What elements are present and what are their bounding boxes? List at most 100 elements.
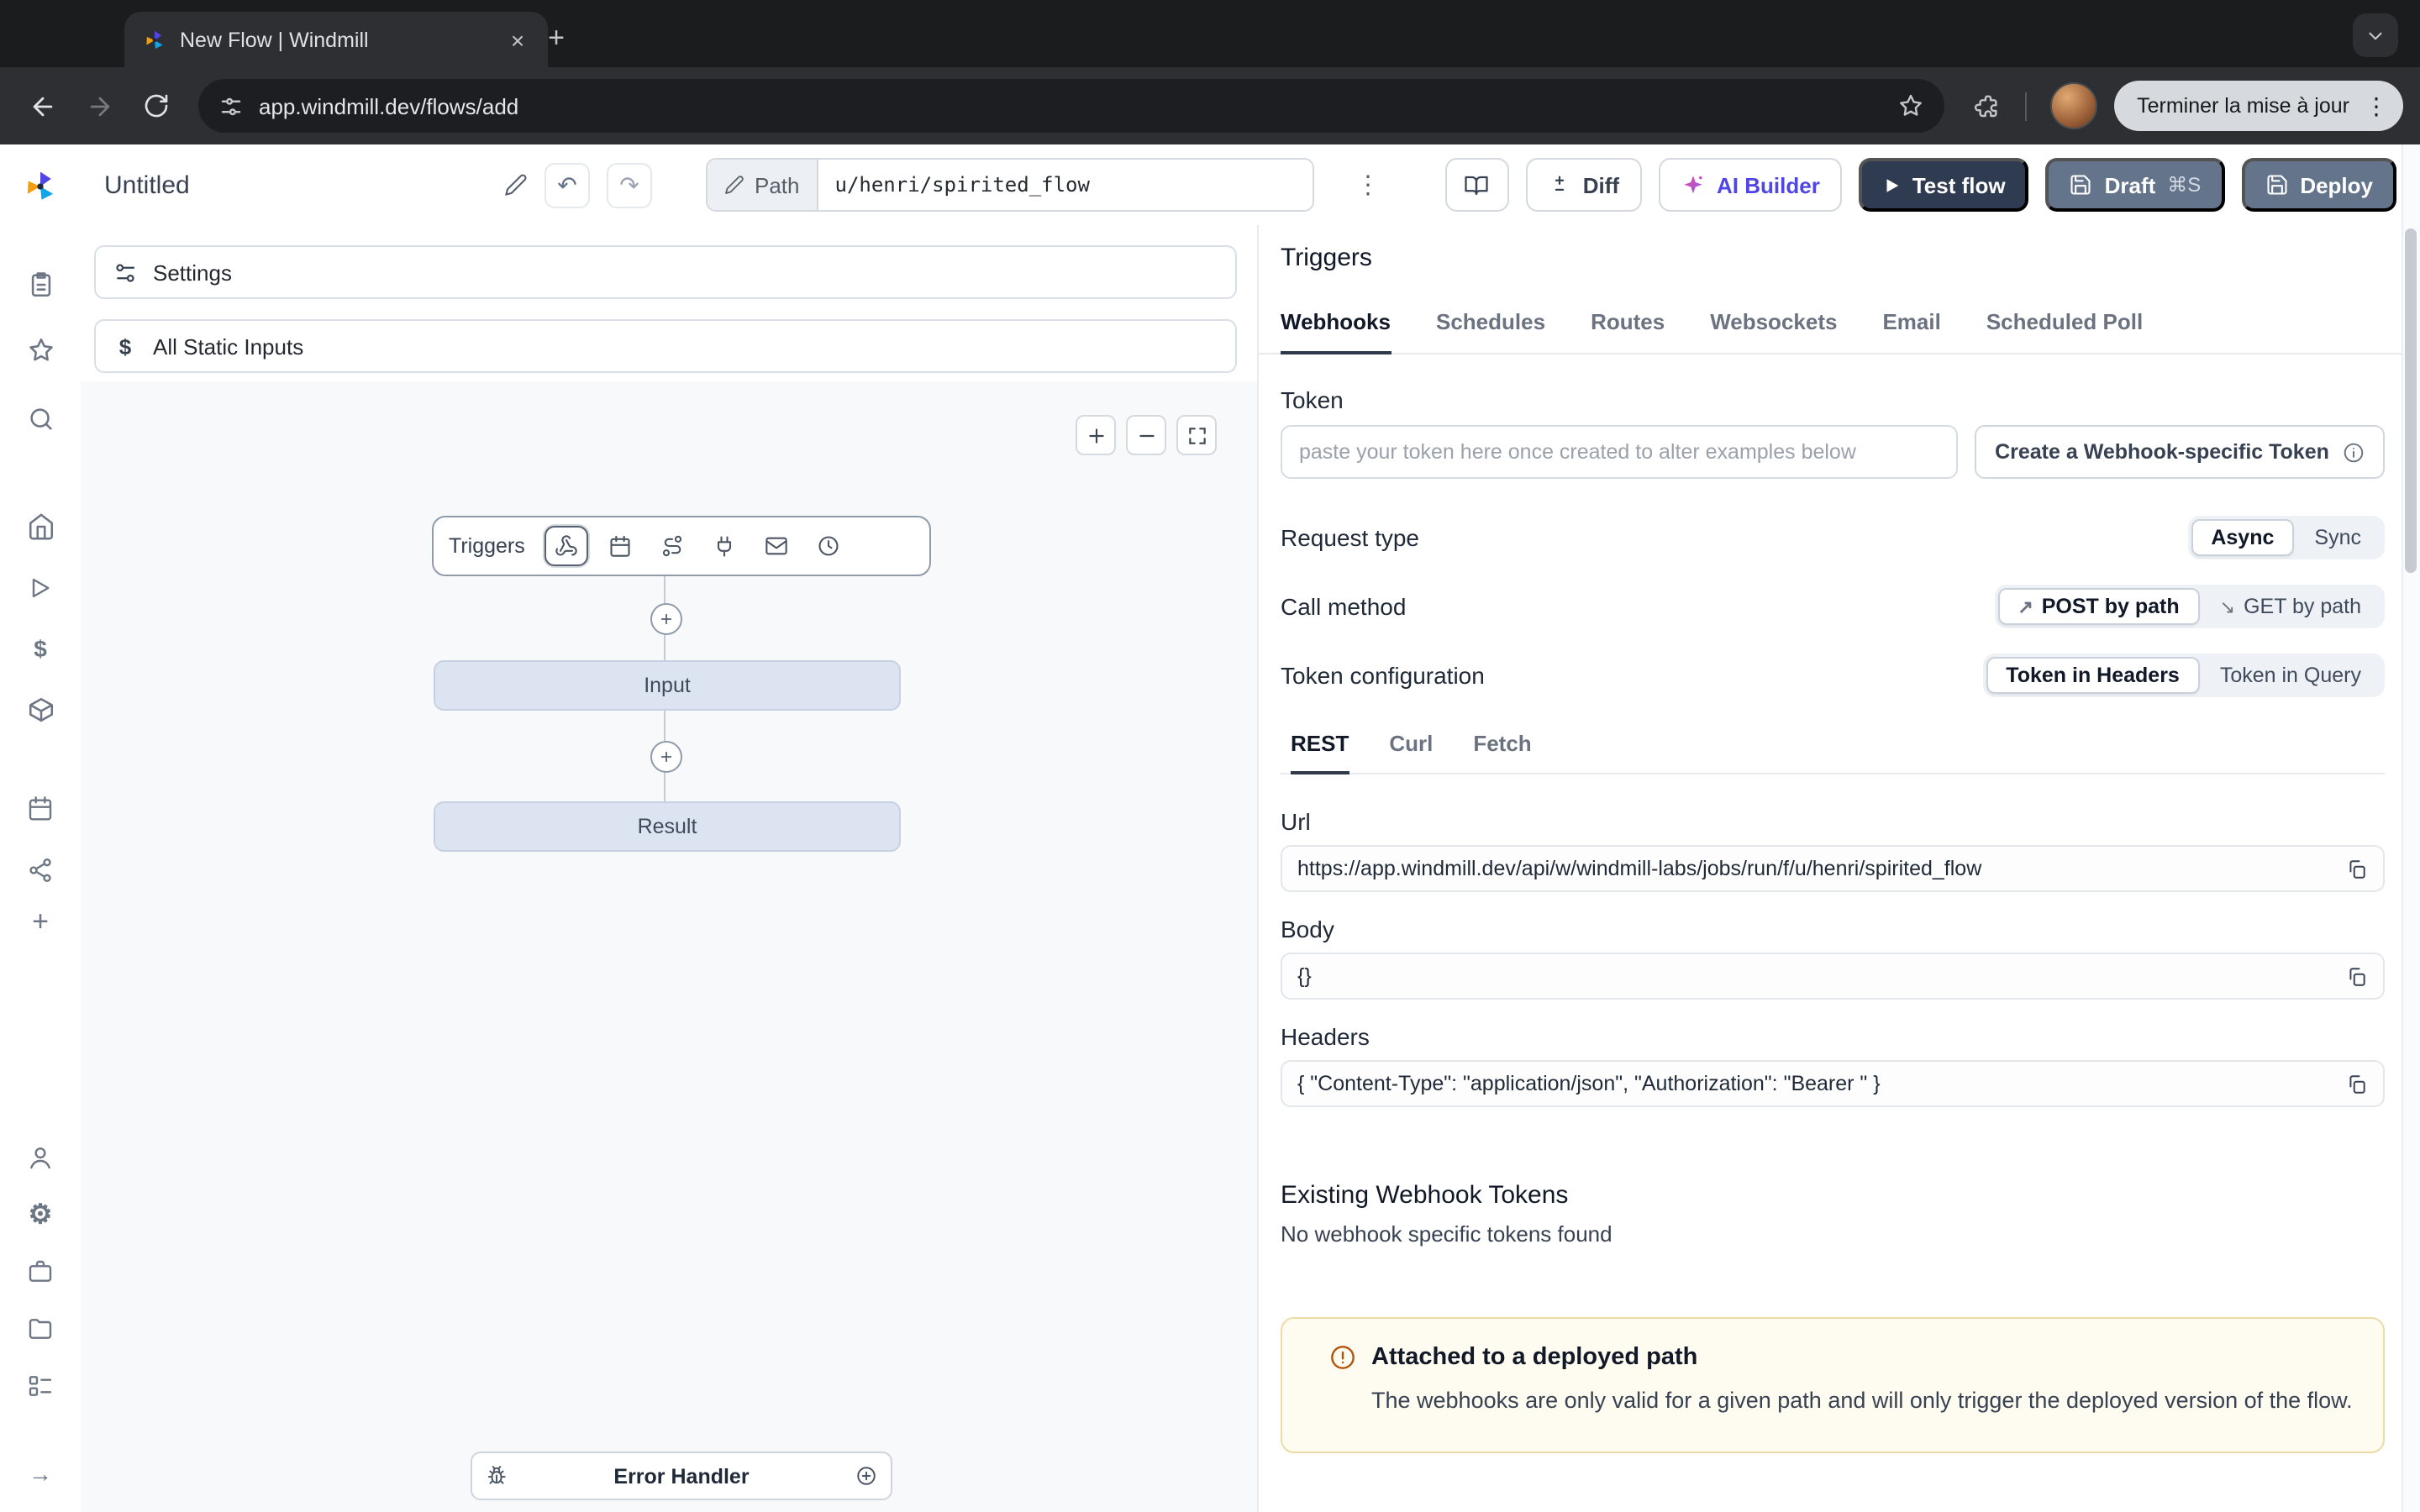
url-text[interactable]: app.windmill.dev/flows/add (259, 93, 1881, 118)
docs-book-button[interactable] (1445, 158, 1509, 212)
tab-search-chevron-icon[interactable] (2353, 13, 2398, 57)
fit-view-button[interactable] (1176, 415, 1217, 455)
add-step-button[interactable] (650, 603, 682, 635)
more-options-kebab-icon[interactable]: ⋮ (1351, 170, 1385, 200)
copy-icon[interactable] (2346, 965, 2368, 987)
windmill-logo[interactable] (22, 168, 59, 205)
profile-avatar[interactable] (2049, 82, 2096, 129)
flow-canvas[interactable]: Triggers (81, 381, 1257, 1512)
app-sidebar: $ + ⚙ → (0, 144, 82, 1512)
runs-clipboard-icon[interactable] (24, 267, 57, 301)
diff-icon (1548, 173, 1571, 197)
headers-value: { "Content-Type": "application/json", "A… (1297, 1072, 2346, 1095)
toolbar-divider (2024, 92, 2026, 120)
forward-button[interactable] (74, 81, 124, 131)
rename-pencil-icon[interactable] (504, 173, 528, 197)
workers-briefcase-icon[interactable] (24, 1255, 57, 1289)
trigger-tabs: Webhooks Schedules Routes Websockets Ema… (1259, 309, 2403, 354)
zoom-out-button[interactable] (1126, 415, 1166, 455)
copy-icon[interactable] (2346, 858, 2368, 879)
browser-tab[interactable]: New Flow | Windmill × (124, 12, 548, 67)
call-method-get[interactable]: ↘ GET by path (2200, 588, 2381, 625)
tab-scheduled-poll[interactable]: Scheduled Poll (1986, 309, 2143, 353)
request-type-async[interactable]: Async (2191, 519, 2294, 556)
info-icon (2343, 441, 2365, 463)
settings-bar[interactable]: Settings (94, 245, 1237, 299)
call-method-post[interactable]: ↗ POST by path (1997, 588, 2199, 625)
draft-button[interactable]: Draft ⌘S (2046, 158, 2225, 212)
bookmark-star-icon[interactable] (1897, 92, 1923, 119)
tab-webhooks[interactable]: Webhooks (1281, 309, 1391, 354)
websocket-trigger-icon[interactable] (705, 528, 745, 564)
route-trigger-icon[interactable] (653, 528, 693, 564)
diff-button[interactable]: Diff (1526, 158, 1641, 212)
add-error-handler-icon[interactable] (855, 1465, 877, 1487)
headers-field: { "Content-Type": "application/json", "A… (1281, 1060, 2385, 1107)
browser-menu-icon[interactable]: ⋮ (2356, 86, 2396, 126)
variables-dollar-icon[interactable]: $ (24, 632, 57, 665)
headers-label: Headers (1281, 1023, 2385, 1050)
webhook-trigger-icon[interactable] (545, 526, 589, 566)
test-flow-button[interactable]: Test flow (1859, 158, 2029, 212)
audit-list-icon[interactable] (24, 1369, 57, 1403)
flows-share-icon[interactable] (24, 853, 57, 887)
tab-close-icon[interactable]: × (502, 24, 533, 55)
tab-fetch[interactable]: Fetch (1473, 731, 1531, 773)
tab-routes[interactable]: Routes (1591, 309, 1665, 353)
add-step-button[interactable] (650, 741, 682, 773)
address-bar[interactable]: app.windmill.dev/flows/add (198, 79, 1944, 133)
back-button[interactable] (17, 81, 67, 131)
deploy-button[interactable]: Deploy (2241, 158, 2396, 212)
result-node[interactable]: Result (434, 801, 901, 852)
create-plus-icon[interactable]: + (24, 906, 57, 939)
request-type-sync[interactable]: Sync (2294, 519, 2381, 556)
path-chip-label-wrap[interactable]: Path (708, 160, 818, 210)
ai-sparkle-icon (1680, 172, 1705, 197)
page-scrollbar[interactable] (2402, 144, 2420, 1512)
token-input[interactable] (1281, 425, 1958, 479)
search-icon[interactable] (24, 402, 57, 435)
triggers-detail-panel: Triggers Webhooks Schedules Routes Webso… (1257, 225, 2403, 1512)
tab-websockets[interactable]: Websockets (1710, 309, 1837, 353)
reload-button[interactable] (131, 81, 182, 131)
ai-builder-button[interactable]: AI Builder (1658, 158, 1842, 212)
tab-rest[interactable]: REST (1291, 731, 1349, 774)
settings-sliders-icon (113, 260, 138, 285)
undo-button[interactable]: ↶ (544, 162, 590, 207)
tab-schedules[interactable]: Schedules (1436, 309, 1545, 353)
body-label: Body (1281, 916, 2385, 942)
new-tab-button[interactable]: + (534, 17, 578, 60)
redo-button[interactable]: ↷ (607, 162, 652, 207)
schedule-trigger-icon[interactable] (601, 528, 641, 564)
email-trigger-icon[interactable] (757, 528, 797, 564)
token-config-label: Token configuration (1281, 662, 1485, 689)
resources-cube-icon[interactable] (24, 692, 57, 726)
create-webhook-token-button[interactable]: Create a Webhook-specific Token (1975, 425, 2385, 479)
static-inputs-bar[interactable]: $ All Static Inputs (94, 319, 1237, 373)
site-settings-icon[interactable] (218, 93, 244, 118)
extensions-puzzle-icon[interactable] (1960, 81, 2011, 131)
settings-gear-icon[interactable]: ⚙ (24, 1198, 57, 1231)
path-pencil-icon (724, 175, 744, 195)
tab-curl[interactable]: Curl (1389, 731, 1433, 773)
user-icon[interactable] (24, 1141, 57, 1174)
home-icon[interactable] (24, 509, 57, 543)
runs-play-icon[interactable] (24, 571, 57, 605)
scrollbar-thumb[interactable] (2405, 228, 2417, 573)
windmill-app: $ + ⚙ → (0, 144, 2420, 1512)
token-in-headers[interactable]: Token in Headers (1986, 657, 2200, 694)
copy-icon[interactable] (2346, 1073, 2368, 1095)
path-input[interactable] (818, 160, 1313, 210)
token-in-query[interactable]: Token in Query (2200, 657, 2381, 694)
triggers-node[interactable]: Triggers (432, 516, 931, 576)
error-handler-node[interactable]: Error Handler (471, 1452, 892, 1500)
expand-sidebar-arrow-icon[interactable]: → (24, 1457, 57, 1490)
schedules-calendar-icon[interactable] (24, 791, 57, 825)
favorites-star-icon[interactable] (24, 333, 57, 366)
folders-icon[interactable] (24, 1312, 57, 1346)
tab-email[interactable]: Email (1882, 309, 1940, 353)
zoom-in-button[interactable] (1076, 415, 1116, 455)
update-chip[interactable]: Terminer la mise à jour ⋮ (2113, 81, 2403, 131)
input-node[interactable]: Input (434, 660, 901, 711)
scheduled-poll-trigger-icon[interactable] (809, 528, 850, 564)
